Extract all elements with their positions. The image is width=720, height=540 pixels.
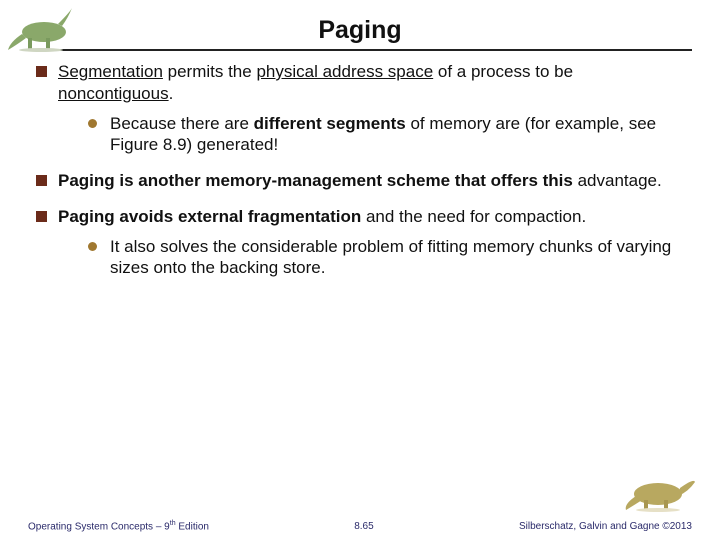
sub-bullet-3a: It also solves the considerable problem … <box>88 236 690 280</box>
dinosaur-bottom-right-icon <box>624 470 696 512</box>
sub-bullet-list: It also solves the considerable problem … <box>58 236 690 280</box>
sub-bullet-1a: Because there are different segments of … <box>88 113 690 157</box>
text-segment: physical address space <box>256 62 433 81</box>
text-segment: advantage. <box>573 171 662 190</box>
footer-right: Silberschatz, Galvin and Gagne ©2013 <box>519 521 692 532</box>
bullet-3: Paging avoids external fragmentation and… <box>36 206 690 279</box>
text-segment: Paging avoids external fragmentation <box>58 207 361 226</box>
bullet-2: Paging is another memory-management sche… <box>36 170 690 192</box>
text-segment: noncontiguous <box>58 84 169 103</box>
footer-center: 8.65 <box>209 521 519 532</box>
text-segment: . <box>169 84 174 103</box>
text-segment: different segments <box>254 114 406 133</box>
slide-content: Segmentation permits the physical addres… <box>28 55 692 279</box>
text-segment: It also solves the considerable problem … <box>110 237 671 278</box>
slide-title: Paging <box>28 10 692 45</box>
text-segment: Edition <box>176 521 209 532</box>
text-segment: permits the <box>163 62 257 81</box>
footer-left: Operating System Concepts – 9th Edition <box>28 520 209 532</box>
slide: Paging Segmentation permits the physical… <box>0 0 720 540</box>
bullet-1: Segmentation permits the physical addres… <box>36 61 690 156</box>
sub-bullet-list: Because there are different segments of … <box>58 113 690 157</box>
bullet-list: Segmentation permits the physical addres… <box>36 61 690 279</box>
text-segment: Paging is another memory-management sche… <box>58 171 573 190</box>
text-segment: of a process to be <box>433 62 573 81</box>
dinosaur-top-left-icon <box>6 2 76 52</box>
text-segment: and the need for compaction. <box>361 207 586 226</box>
text-segment: Because there are <box>110 114 254 133</box>
slide-footer: Operating System Concepts – 9th Edition … <box>28 520 692 532</box>
text-segment: Segmentation <box>58 62 163 81</box>
title-divider <box>28 49 692 51</box>
text-segment: Operating System Concepts – 9 <box>28 521 170 532</box>
